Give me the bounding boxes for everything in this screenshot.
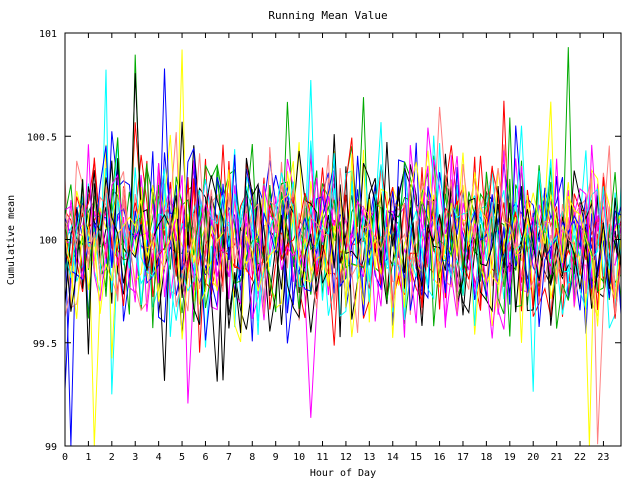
chart-title: Running Mean Value: [268, 9, 387, 22]
running-mean-chart: Running Mean Value Cumulative mean Hour …: [6, 9, 622, 479]
x-tick-label: 2: [109, 452, 115, 463]
y-tick-label: 101: [39, 29, 57, 40]
y-tick-label: 100: [39, 236, 57, 247]
x-tick-label: 1: [85, 452, 91, 463]
x-tick-label: 17: [457, 452, 469, 463]
x-tick-label: 18: [480, 452, 492, 463]
x-tick-label: 5: [179, 452, 185, 463]
x-tick-label: 13: [363, 452, 375, 463]
x-tick-label: 10: [293, 452, 305, 463]
y-tick-label: 100.5: [27, 132, 57, 143]
x-tick-label: 0: [62, 452, 68, 463]
x-tick-label: 22: [574, 452, 586, 463]
x-tick-label: 4: [156, 452, 162, 463]
x-tick-label: 9: [273, 452, 279, 463]
y-tick-label: 99.5: [33, 339, 57, 350]
y-axis-label: Cumulative mean: [6, 195, 17, 285]
x-tick-label: 14: [387, 452, 399, 463]
x-tick-label: 6: [202, 452, 208, 463]
x-tick-label: 8: [249, 452, 255, 463]
x-tick-label: 20: [527, 452, 539, 463]
x-tick-label: 23: [597, 452, 609, 463]
x-tick-label: 19: [504, 452, 516, 463]
x-tick-label: 7: [226, 452, 232, 463]
x-tick-label: 15: [410, 452, 422, 463]
x-axis-label: Hour of Day: [310, 468, 376, 479]
x-tick-label: 16: [434, 452, 446, 463]
x-tick-label: 11: [316, 452, 328, 463]
y-tick-label: 99: [45, 442, 57, 453]
x-tick-label: 12: [340, 452, 352, 463]
x-tick-label: 3: [132, 452, 138, 463]
series-layer: [64, 47, 622, 447]
x-tick-label: 21: [551, 452, 563, 463]
